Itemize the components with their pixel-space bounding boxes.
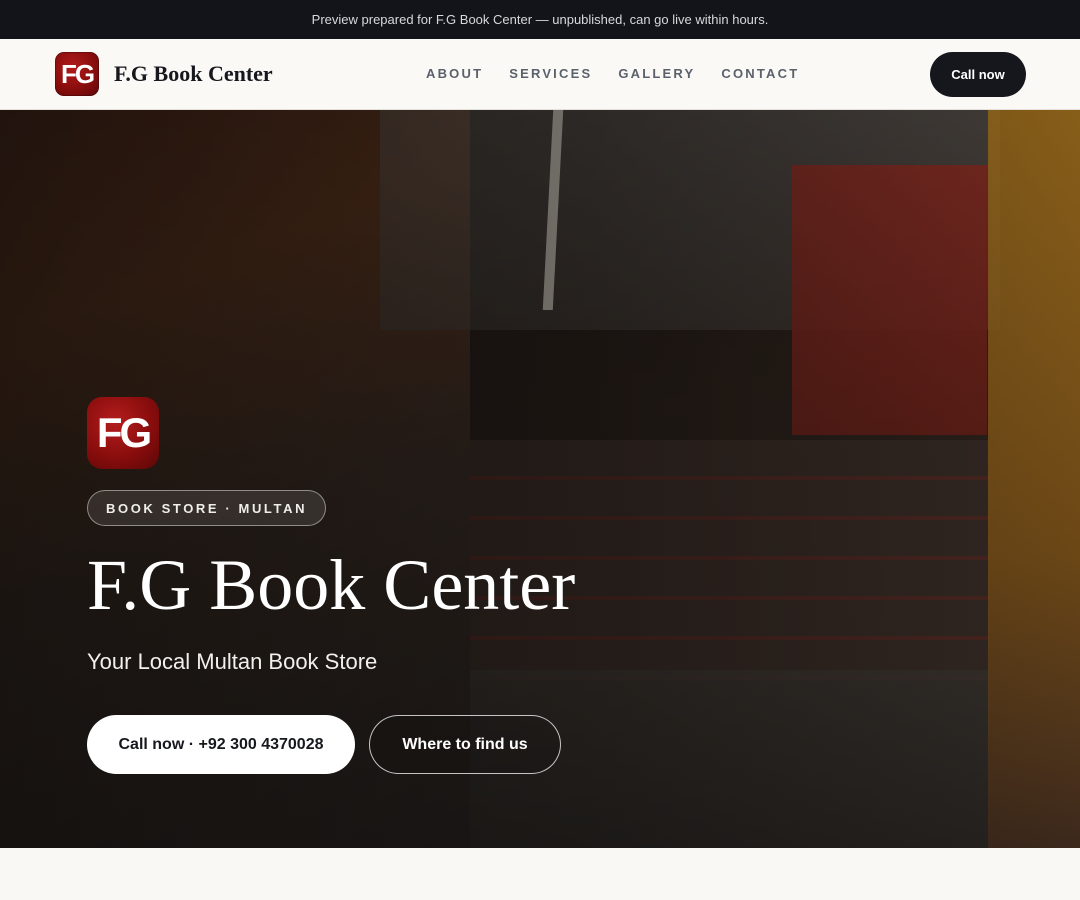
hero-logo: FG — [87, 397, 159, 469]
preview-banner-text: Preview prepared for F.G Book Center — u… — [311, 12, 769, 27]
hero-title: F.G Book Center — [87, 545, 576, 625]
next-section — [0, 848, 1080, 900]
brand-name: F.G Book Center — [114, 61, 273, 86]
main-nav: ABOUT SERVICES GALLERY CONTACT — [426, 66, 799, 81]
nav-about[interactable]: ABOUT — [426, 66, 483, 81]
call-now-button[interactable]: Call now — [930, 52, 1026, 97]
where-to-find-us-button[interactable]: Where to find us — [369, 715, 561, 774]
category-badge: BOOK STORE · MULTAN — [87, 490, 327, 526]
nav-gallery[interactable]: GALLERY — [618, 66, 695, 81]
nav-services[interactable]: SERVICES — [509, 66, 592, 81]
preview-banner: Preview prepared for F.G Book Center — u… — [0, 0, 1080, 39]
brand[interactable]: FG F.G Book Center — [55, 52, 273, 96]
nav-contact[interactable]: CONTACT — [721, 66, 799, 81]
brand-logo: FG — [55, 52, 99, 96]
hero-section: FG BOOK STORE · MULTAN F.G Book Center Y… — [0, 110, 1080, 848]
hero-subtitle: Your Local Multan Book Store — [87, 649, 378, 674]
site-header: FG F.G Book Center ABOUT SERVICES GALLER… — [0, 39, 1080, 110]
call-phone-button[interactable]: Call now · +92 300 4370028 — [87, 715, 355, 774]
